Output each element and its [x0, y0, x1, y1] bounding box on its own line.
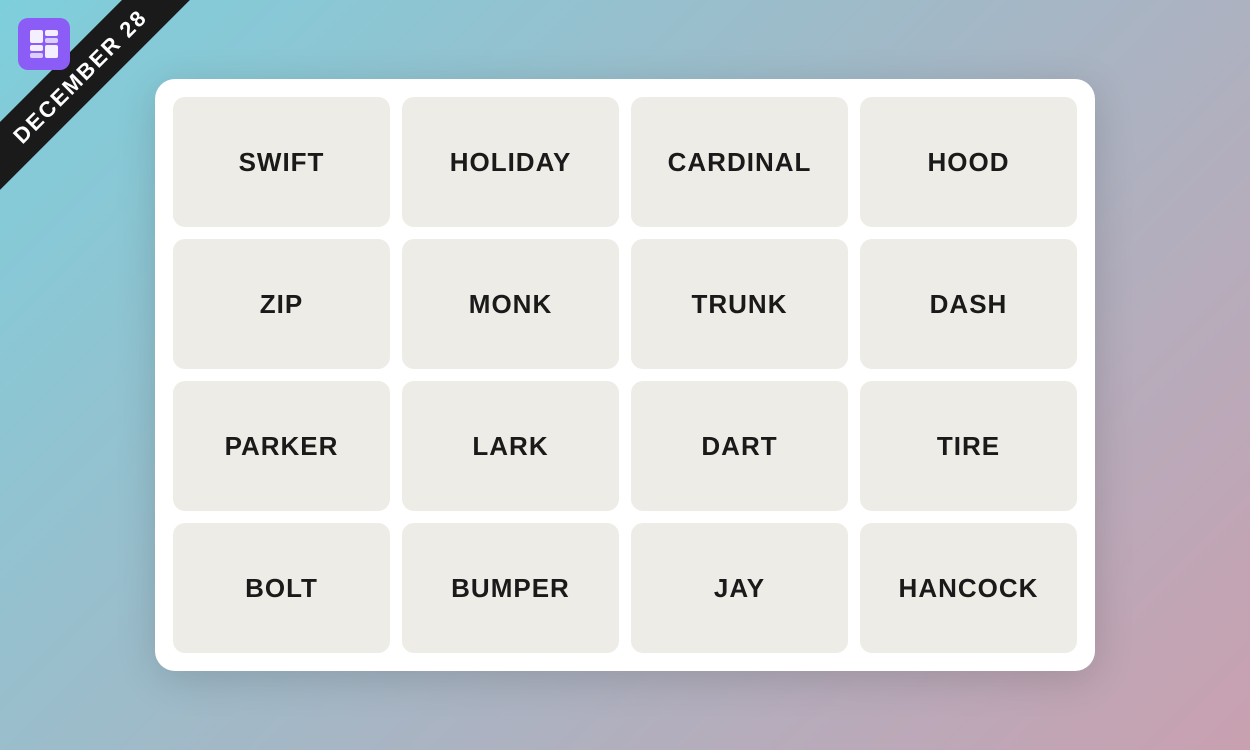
cell-label-4: ZIP — [260, 289, 303, 320]
cell-label-3: HOOD — [928, 147, 1010, 178]
cell-label-15: HANCOCK — [899, 573, 1039, 604]
grid-cell-3[interactable]: HOOD — [860, 97, 1077, 227]
grid-cell-5[interactable]: MONK — [402, 239, 619, 369]
cell-label-5: MONK — [469, 289, 552, 320]
grid-cell-4[interactable]: ZIP — [173, 239, 390, 369]
grid-cell-2[interactable]: CARDINAL — [631, 97, 848, 227]
grid-cell-12[interactable]: BOLT — [173, 523, 390, 653]
grid-cell-7[interactable]: DASH — [860, 239, 1077, 369]
word-grid: SWIFT HOLIDAY CARDINAL HOOD ZIP MONK TRUNK DASH… — [173, 97, 1077, 653]
cell-label-10: DART — [701, 431, 777, 462]
grid-cell-10[interactable]: DART — [631, 381, 848, 511]
grid-cell-13[interactable]: BUMPER — [402, 523, 619, 653]
cell-label-6: TRUNK — [692, 289, 788, 320]
cell-label-2: CARDINAL — [668, 147, 812, 178]
grid-cell-8[interactable]: PARKER — [173, 381, 390, 511]
cell-label-9: LARK — [472, 431, 548, 462]
cell-label-7: DASH — [930, 289, 1008, 320]
grid-cell-11[interactable]: TIRE — [860, 381, 1077, 511]
app-icon — [18, 18, 70, 70]
grid-cell-14[interactable]: JAY — [631, 523, 848, 653]
app-logo-svg — [28, 28, 60, 60]
grid-cell-6[interactable]: TRUNK — [631, 239, 848, 369]
grid-cell-1[interactable]: HOLIDAY — [402, 97, 619, 227]
grid-cell-9[interactable]: LARK — [402, 381, 619, 511]
cell-label-12: BOLT — [245, 573, 318, 604]
cell-label-14: JAY — [714, 573, 765, 604]
cell-label-1: HOLIDAY — [450, 147, 572, 178]
cell-label-11: TIRE — [937, 431, 1000, 462]
grid-cell-15[interactable]: HANCOCK — [860, 523, 1077, 653]
cell-label-8: PARKER — [225, 431, 339, 462]
main-card: SWIFT HOLIDAY CARDINAL HOOD ZIP MONK TRUNK DASH… — [155, 79, 1095, 671]
cell-label-0: SWIFT — [239, 147, 325, 178]
cell-label-13: BUMPER — [451, 573, 570, 604]
